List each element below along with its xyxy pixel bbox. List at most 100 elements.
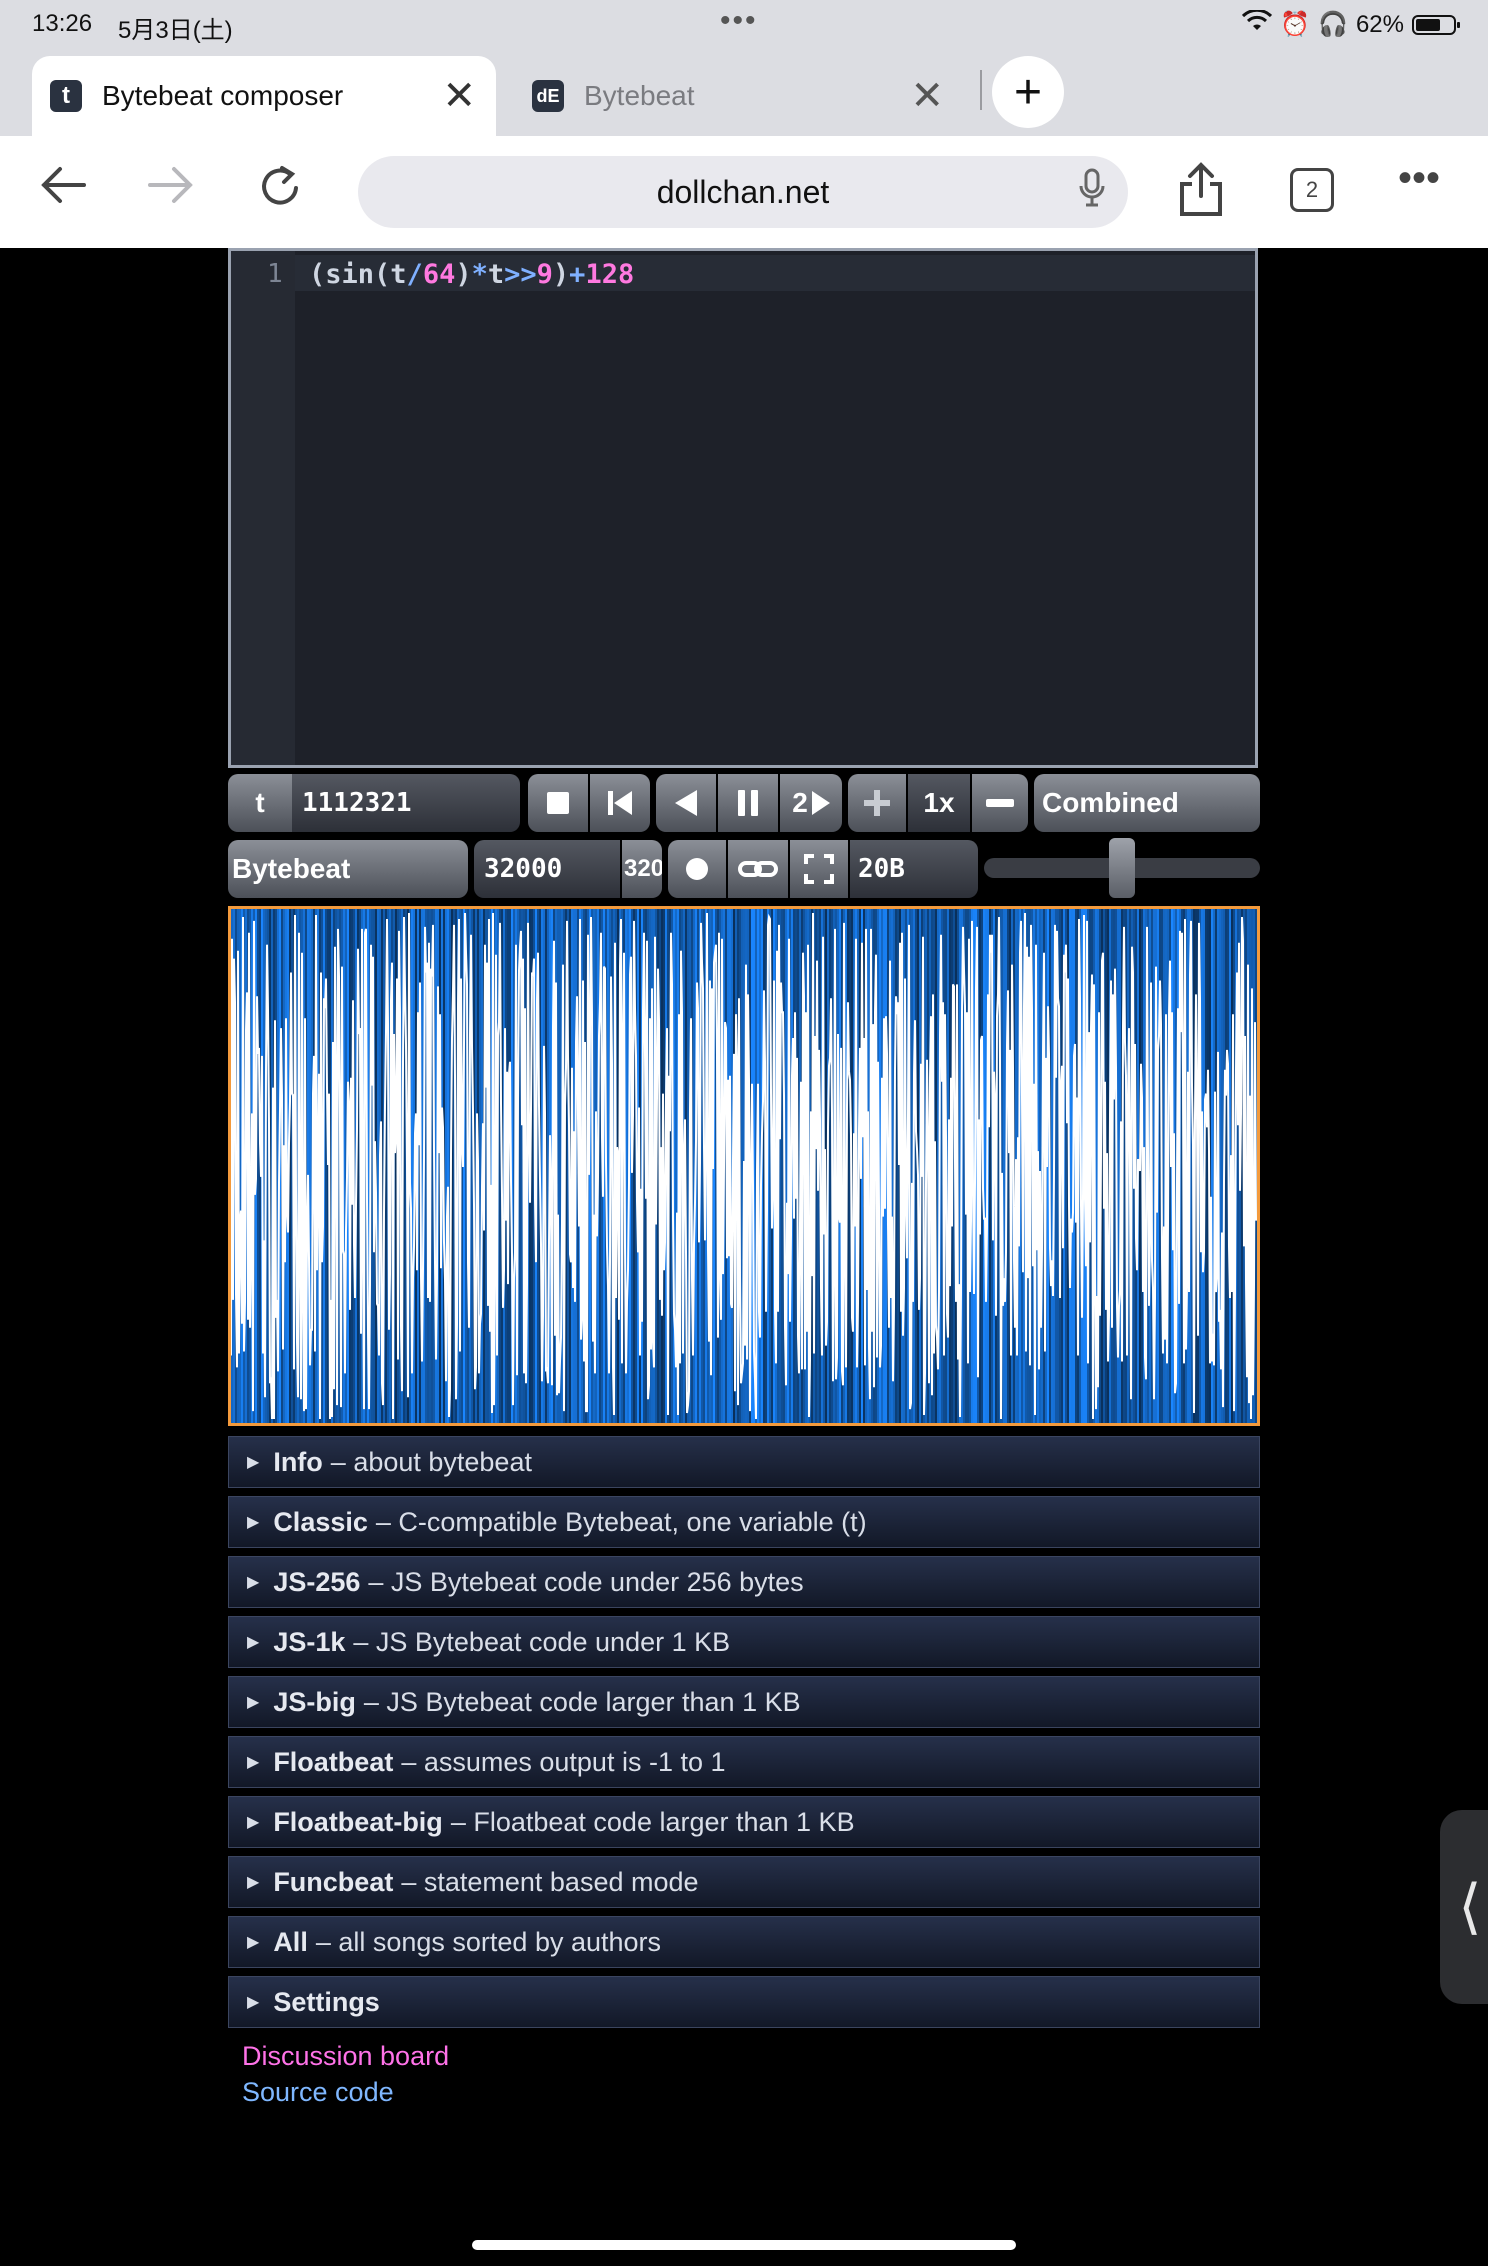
tab-count-button[interactable]: 2 [1290,168,1334,212]
library-section-description: – statement based mode [401,1866,699,1897]
library-section-title: Settings [273,1986,380,2017]
multitask-dots-icon[interactable]: ••• [720,4,758,38]
library-section-funcbeat[interactable]: ▶ Funcbeat – statement based mode [228,1856,1260,1908]
disclosure-triangle-icon: ▶ [247,1634,260,1651]
library-section-all[interactable]: ▶ All – all songs sorted by authors [228,1916,1260,1968]
disclosure-triangle-icon: ▶ [247,1994,260,2011]
time-unit-button[interactable]: t [228,774,292,832]
side-panel-handle[interactable]: ⟨ [1440,1810,1488,2004]
code-token: 9 [536,259,553,290]
headphones-icon: 🎧 [1318,11,1348,38]
more-options-icon[interactable]: ••• [1398,156,1440,201]
disclosure-triangle-icon: ▶ [247,1514,260,1531]
waveform-display [230,909,1257,1423]
code-token: 64 [422,259,456,290]
playback-speed: 1x [908,774,970,832]
library-section-description: – assumes output is -1 to 1 [401,1746,726,1777]
library-section-description: – JS Bytebeat code larger than 1 KB [363,1686,801,1717]
code-token: t [487,259,505,290]
library-section-floatbeat[interactable]: ▶ Floatbeat – assumes output is -1 to 1 [228,1736,1260,1788]
link-icon [738,861,778,877]
library-section-title: Info [273,1446,323,1477]
chevron-left-icon: ⟨ [1458,1873,1482,1940]
library-section-title: Classic [273,1506,368,1537]
discussion-board-link[interactable]: Discussion board [242,2038,449,2074]
library-section-js-1k[interactable]: ▶ JS-1k – JS Bytebeat code under 1 KB [228,1616,1260,1668]
library-section-title: JS-1k [273,1626,346,1657]
site-favicon-icon: dE [532,80,564,112]
library-section-description: – about bytebeat [330,1446,532,1477]
time-input[interactable]: 1112321 [292,774,520,832]
speed-up-button[interactable] [848,774,906,832]
library-section-title: JS-256 [273,1566,361,1597]
tab-bytebeat[interactable]: dE Bytebeat ✕ [514,56,964,136]
mode-select[interactable]: Bytebeat [228,840,468,898]
code-line[interactable]: (sin(t/64)*t>>9)+128 [309,259,634,290]
share-icon[interactable] [1178,162,1224,230]
waveform-canvas[interactable] [228,906,1260,1426]
library-section-floatbeat-big[interactable]: ▶ Floatbeat-big – Floatbeat code larger th… [228,1796,1260,1848]
code-editor[interactable]: 1 (sin(t/64)*t>>9)+128 [228,248,1258,768]
pause-icon [738,790,758,816]
sample-rate-select[interactable]: 320 [622,840,662,898]
back-arrow-icon[interactable] [38,162,88,217]
battery-percent: 62% [1355,10,1404,38]
volume-slider-thumb[interactable] [1109,838,1135,898]
close-tab-icon[interactable]: ✕ [442,73,476,119]
code-size: 20B [850,840,978,898]
footer-links: Discussion board Source code [242,2038,449,2110]
site-favicon-icon: t [50,80,82,112]
close-tab-icon[interactable]: ✕ [910,73,944,119]
plus-icon [864,790,890,816]
microphone-icon[interactable] [1078,168,1106,216]
library-section-js-256[interactable]: ▶ JS-256– JS Bytebeat code under 256 byte… [228,1556,1260,1608]
tab-bytebeat-composer[interactable]: t Bytebeat composer ✕ [32,56,496,136]
tab-label: Bytebeat [584,80,695,111]
battery-icon [1412,14,1460,35]
minus-icon [986,799,1014,807]
draw-mode-select[interactable]: Combined [1034,774,1260,832]
stop-button[interactable] [528,774,588,832]
forward-arrow-icon[interactable] [146,162,196,217]
disclosure-triangle-icon: ▶ [247,1454,260,1471]
library-section-settings[interactable]: ▶ Settings [228,1976,1260,2028]
new-tab-button[interactable]: + [992,56,1064,128]
code-token: ) [552,259,570,290]
library-section-title: Funcbeat [273,1866,394,1897]
disclosure-triangle-icon: ▶ [247,1574,260,1591]
disclosure-triangle-icon: ▶ [247,1754,260,1771]
sample-rate-input[interactable]: 32000 [474,840,620,898]
code-token: + [569,259,586,290]
speed-down-button[interactable] [972,774,1028,832]
play-backward-button[interactable] [656,774,716,832]
library-section-description: – JS Bytebeat code under 1 KB [353,1626,731,1657]
code-token: / [406,259,423,290]
home-indicator[interactable] [472,2240,1016,2250]
library-section-info[interactable]: ▶ Info – about bytebeat [228,1436,1260,1488]
library-section-description: – Floatbeat code larger than 1 KB [450,1806,855,1837]
library-section-classic[interactable]: ▶ Classic – C-compatible Bytebeat, one var… [228,1496,1260,1548]
stop-icon [547,792,569,814]
pause-button[interactable] [718,774,778,832]
code-token: ) [455,259,472,290]
navigation-bar: dollchan.net 2 ••• [0,136,1488,248]
disclosure-triangle-icon: ▶ [247,1694,260,1711]
fullscreen-button[interactable] [790,840,848,898]
status-right: ⏰ 🎧 62% [1242,8,1460,39]
address-bar[interactable]: dollchan.net [358,156,1128,228]
reset-button[interactable] [590,774,650,832]
reload-icon[interactable] [256,162,306,222]
disclosure-triangle-icon: ▶ [247,1814,260,1831]
play-forward-button[interactable]: 2 [780,774,842,832]
tab-label: Bytebeat composer [102,80,344,111]
disclosure-triangle-icon: ▶ [247,1934,260,1951]
play-backward-icon [675,790,697,816]
code-token: (sin(t [309,259,407,290]
fullscreen-icon [804,854,834,884]
share-link-button[interactable] [728,840,788,898]
source-code-link[interactable]: Source code [242,2074,449,2110]
editor-gutter: 1 [231,251,295,765]
skip-back-icon [608,791,632,815]
library-section-js-big[interactable]: ▶ JS-big – JS Bytebeat code larger than 1 … [228,1676,1260,1728]
record-button[interactable] [668,840,726,898]
